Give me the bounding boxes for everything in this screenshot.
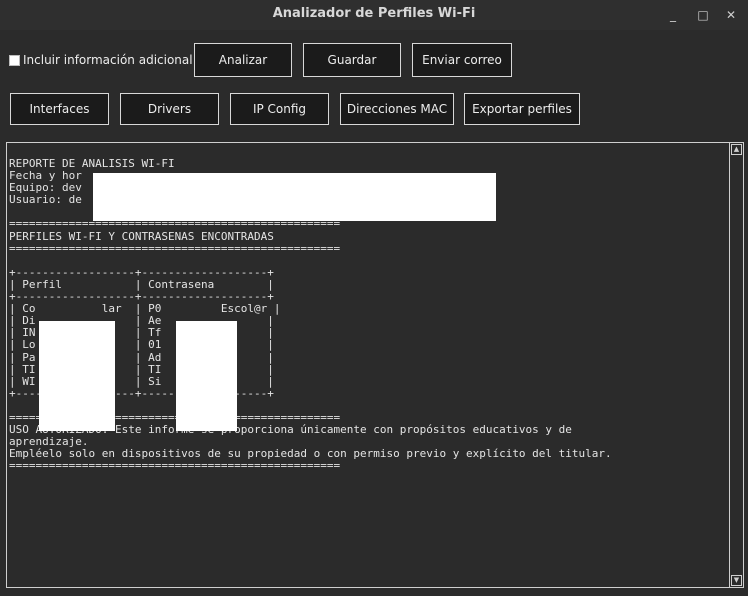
- vertical-scrollbar[interactable]: ▲ ▼: [729, 143, 743, 587]
- export-profiles-button[interactable]: Exportar perfiles: [464, 93, 580, 125]
- include-info-checkbox[interactable]: Incluir información adicional: [9, 53, 193, 67]
- close-icon[interactable]: ✕: [722, 6, 740, 24]
- window-title: Analizador de Perfiles Wi-Fi: [272, 6, 476, 21]
- checkbox-box[interactable]: [9, 54, 20, 66]
- drivers-button[interactable]: Drivers: [120, 93, 219, 125]
- save-button[interactable]: Guardar: [303, 43, 401, 77]
- title-bar: Analizador de Perfiles Wi-Fi _ □ ✕: [0, 0, 748, 30]
- redaction-block: [176, 321, 237, 431]
- scroll-up-icon[interactable]: ▲: [731, 144, 742, 155]
- maximize-icon[interactable]: □: [694, 6, 712, 24]
- send-email-button[interactable]: Enviar correo: [412, 43, 512, 77]
- scroll-down-icon[interactable]: ▼: [731, 575, 742, 586]
- redaction-block: [39, 321, 115, 431]
- include-info-label: Incluir información adicional: [23, 53, 193, 67]
- ipconfig-button[interactable]: IP Config: [230, 93, 329, 125]
- interfaces-button[interactable]: Interfaces: [10, 93, 109, 125]
- report-text[interactable]: REPORTE DE ANALISIS WI-FI Fecha y hor Eq…: [9, 157, 727, 585]
- tools-toolbar: Interfaces Drivers IP Config Direcciones…: [0, 86, 748, 132]
- analyze-button[interactable]: Analizar: [194, 43, 292, 77]
- main-toolbar: Incluir información adicional Analizar G…: [0, 36, 748, 82]
- redaction-block: [93, 173, 496, 221]
- mac-addresses-button[interactable]: Direcciones MAC: [340, 93, 454, 125]
- minimize-icon[interactable]: _: [664, 6, 682, 24]
